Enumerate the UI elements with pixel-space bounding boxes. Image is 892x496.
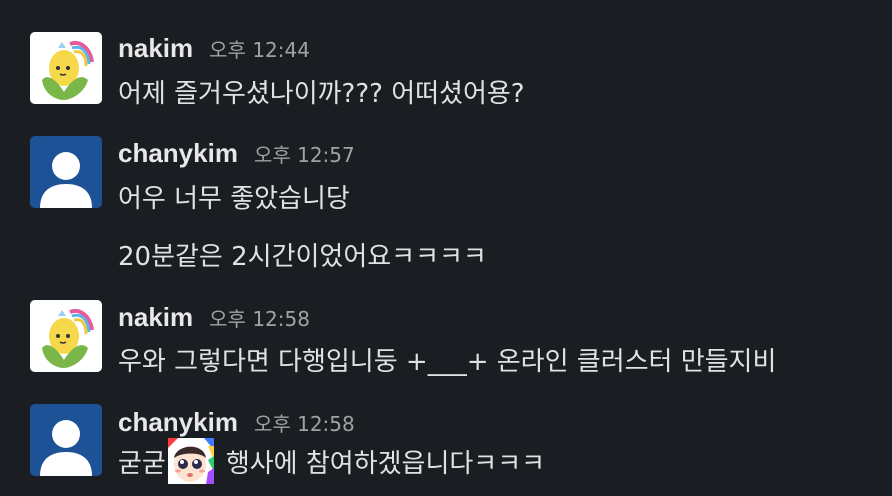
- message-header: chanykim 오후 12:57: [118, 138, 355, 168]
- message-text: 우와 그렇다면 다행입니둥 +___+ 온라인 클러스터 만들지비: [118, 347, 777, 377]
- username[interactable]: nakim: [118, 33, 193, 64]
- default-user-icon: [30, 404, 102, 476]
- avatar[interactable]: [30, 300, 102, 372]
- avatar[interactable]: [30, 404, 102, 476]
- avatar[interactable]: [30, 32, 102, 104]
- message-header: nakim 오후 12:44: [118, 33, 310, 63]
- message-header: nakim 오후 12:58: [118, 302, 310, 332]
- corn-mascot-icon: [30, 32, 102, 104]
- message-text: 어제 즐거우셨나이까??? 어떠셨어용?: [118, 79, 525, 109]
- timestamp[interactable]: 오후 12:58: [254, 408, 355, 437]
- message-text: 굳굳 행사에 참여하겠읍니다ㅋㅋㅋ: [118, 438, 545, 484]
- avatar[interactable]: [30, 136, 102, 208]
- message-text: 어우 너무 좋았습니당: [118, 184, 350, 214]
- username[interactable]: nakim: [118, 302, 193, 333]
- timestamp[interactable]: 오후 12:57: [254, 139, 355, 168]
- message-text: 20분같은 2시간이었어요ㅋㅋㅋㅋ: [118, 242, 487, 272]
- timestamp[interactable]: 오후 12:58: [209, 303, 310, 332]
- timestamp[interactable]: 오후 12:44: [209, 34, 310, 63]
- corn-mascot-icon: [30, 300, 102, 372]
- message-text-after-emoji: 행사에 참여하겠읍니다ㅋㅋㅋ: [225, 448, 546, 479]
- username[interactable]: chanykim: [118, 138, 238, 169]
- sparkle-eyes-face-emoji[interactable]: [167, 438, 214, 484]
- default-user-icon: [30, 136, 102, 208]
- message-text-before-emoji: 굳굳: [118, 448, 166, 479]
- username[interactable]: chanykim: [118, 407, 238, 438]
- message-header: chanykim 오후 12:58: [118, 407, 355, 437]
